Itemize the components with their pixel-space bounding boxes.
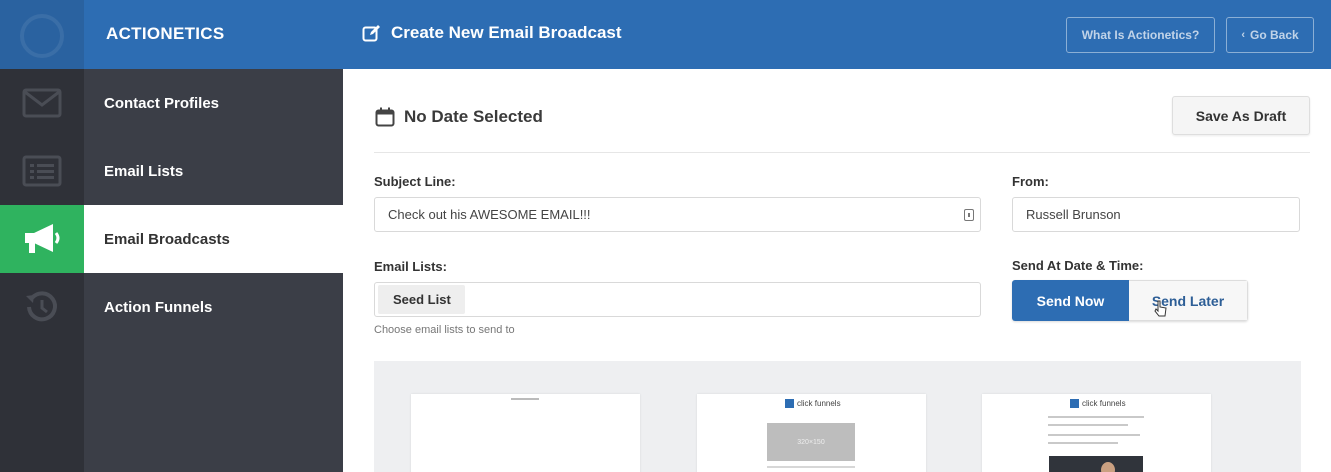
brand-logo-icon <box>785 399 794 408</box>
image-placeholder: 320×150 <box>767 423 855 461</box>
template-gallery: click funnels 320×150 click funnels <box>374 361 1301 472</box>
sidebar-item-contact-profiles[interactable]: Contact Profiles <box>0 69 343 137</box>
what-is-actionetics-label: What Is Actionetics? <box>1081 28 1200 42</box>
go-back-label: Go Back <box>1249 28 1299 42</box>
email-lists-label: Email Lists: <box>374 259 447 274</box>
template-card-blank[interactable] <box>411 394 640 472</box>
send-now-button[interactable]: Send Now <box>1012 280 1129 321</box>
subject-line-input[interactable]: Check out his AWESOME EMAIL!!! <box>374 197 981 232</box>
from-label: From: <box>1012 174 1049 189</box>
edit-icon <box>362 25 380 42</box>
template-preview-line <box>1048 416 1144 418</box>
seed-list-tag[interactable]: Seed List <box>378 285 465 314</box>
from-value: Russell Brunson <box>1026 207 1121 222</box>
cursor-icon <box>1154 300 1167 317</box>
email-lists-input[interactable]: Seed List <box>374 282 981 317</box>
from-input[interactable]: Russell Brunson <box>1012 197 1300 232</box>
megaphone-icon <box>0 205 84 273</box>
template-brand: click funnels <box>785 399 841 408</box>
list-icon <box>0 137 84 205</box>
logo[interactable] <box>0 0 84 69</box>
page-title: Create New Email Broadcast <box>391 23 622 42</box>
envelope-icon <box>0 69 84 137</box>
sidebar-item-action-funnels[interactable]: Action Funnels <box>0 273 343 341</box>
divider <box>374 152 1310 153</box>
app-title: ACTIONETICS <box>106 24 225 43</box>
save-as-draft-button[interactable]: Save As Draft <box>1172 96 1310 135</box>
template-brand-text: click funnels <box>797 399 841 408</box>
main-panel: No Date Selected Save As Draft Subject L… <box>343 69 1331 472</box>
person-thumbnail <box>1101 462 1115 472</box>
template-preview-line <box>1048 424 1128 426</box>
sidebar-item-email-lists[interactable]: Email Lists <box>0 137 343 205</box>
template-card-video[interactable]: click funnels <box>982 394 1211 472</box>
calendar-icon <box>375 107 395 127</box>
subject-line-value: Check out his AWESOME EMAIL!!! <box>388 207 591 222</box>
brand-logo-icon <box>1070 399 1079 408</box>
sidebar-item-email-broadcasts[interactable]: Email Broadcasts <box>0 205 343 273</box>
chevron-left-icon: ‹ <box>1241 29 1245 41</box>
template-preview-line <box>1048 442 1118 444</box>
history-icon <box>0 273 84 341</box>
what-is-actionetics-button[interactable]: What Is Actionetics? <box>1066 17 1215 53</box>
template-brand: click funnels <box>1070 399 1126 408</box>
send-at-label: Send At Date & Time: <box>1012 258 1144 273</box>
template-preview-line <box>511 398 539 400</box>
send-time-toggle: Send Now Send Later <box>1012 280 1248 321</box>
template-preview-line <box>767 466 855 468</box>
date-text: No Date Selected <box>404 107 543 126</box>
date-selector[interactable]: No Date Selected <box>375 107 543 127</box>
sidebar-item-label: Action Funnels <box>104 298 213 316</box>
subject-line-label: Subject Line: <box>374 174 456 189</box>
logo-mark-icon <box>20 14 64 58</box>
go-back-button[interactable]: ‹ Go Back <box>1226 17 1314 53</box>
template-preview-line <box>1048 434 1140 436</box>
merge-field-icon[interactable] <box>964 209 974 221</box>
sidebar-item-label: Contact Profiles <box>104 94 220 112</box>
email-lists-help: Choose email lists to send to <box>374 324 515 336</box>
sidebar-item-label: Email Lists <box>104 162 184 180</box>
template-brand-text: click funnels <box>1082 399 1126 408</box>
video-thumbnail <box>1049 456 1143 472</box>
template-card-image[interactable]: click funnels 320×150 <box>697 394 926 472</box>
page-heading: Create New Email Broadcast <box>362 23 622 43</box>
sidebar-item-label: Email Broadcasts <box>104 230 230 248</box>
top-bar: ACTIONETICS Create New Email Broadcast W… <box>0 0 1331 69</box>
send-later-button[interactable]: Send Later <box>1129 280 1248 321</box>
